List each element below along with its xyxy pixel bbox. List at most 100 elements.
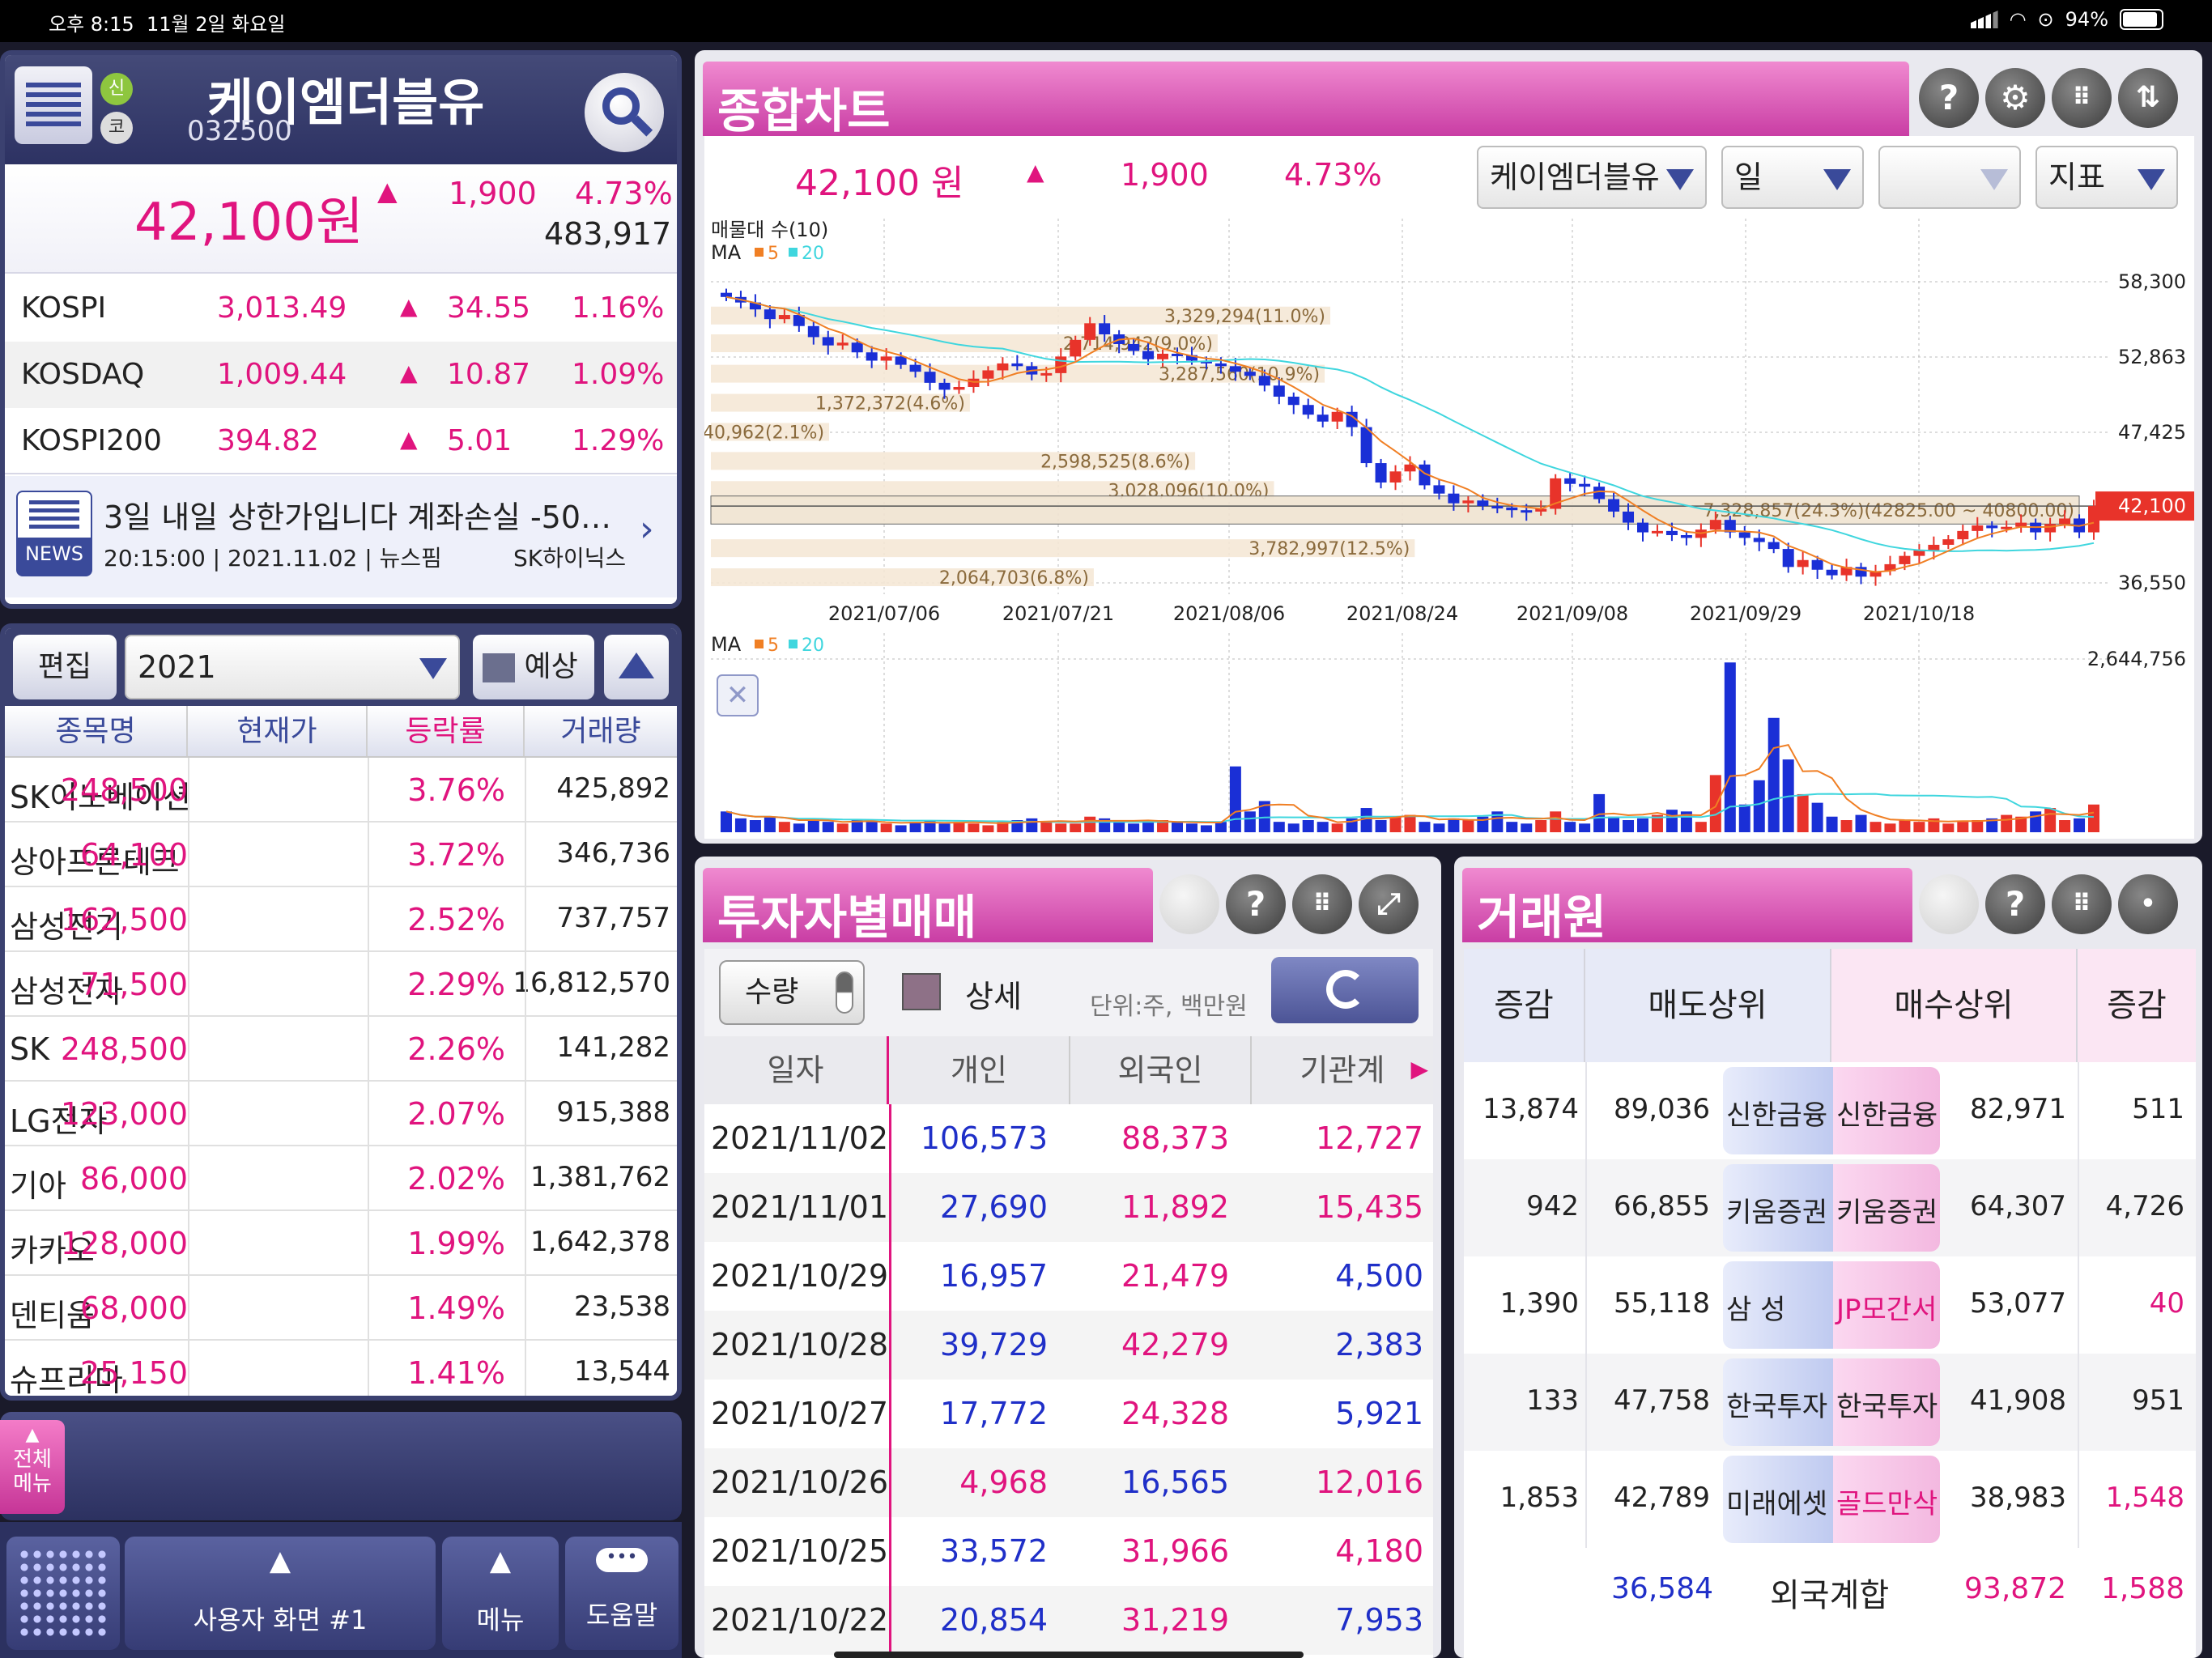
edit-button[interactable]: 편집	[13, 635, 117, 699]
table-row[interactable]: 2021/10/29 16,957 21,479 4,500	[704, 1242, 1433, 1311]
scroll-right-icon[interactable]: ▶	[1410, 1056, 1428, 1082]
empty-select[interactable]	[1878, 146, 2021, 209]
col-sell-change[interactable]: 증감	[1464, 949, 1585, 1062]
grid-menu-icon[interactable]: ⠿	[2052, 874, 2112, 934]
index-row[interactable]: KOSDAQ 1,009.44 ▲ 10.87 1.09%	[5, 342, 677, 408]
scroll-up-button[interactable]	[604, 635, 669, 699]
indicator-select[interactable]: 지표	[2035, 146, 2178, 209]
col-volume[interactable]: 거래량	[525, 706, 677, 756]
sell-broker-button[interactable]: 한국투자	[1723, 1358, 1833, 1446]
volume-bar	[1767, 717, 1780, 832]
expand-icon[interactable]: ⤢	[1359, 874, 1419, 934]
up-arrow-icon: ▲	[25, 1425, 40, 1445]
detail-checkbox[interactable]	[902, 973, 941, 1010]
col-buy-change[interactable]: 증감	[2078, 949, 2196, 1062]
buy-broker-button[interactable]: 한국투자	[1833, 1358, 1940, 1446]
table-row[interactable]: 1,390 55,118 삼 성 JP모간서 53,077 40	[1464, 1256, 2196, 1354]
all-menu-button[interactable]: ▲ 전체 메뉴	[0, 1420, 65, 1514]
battery-percent: 94%	[2065, 8, 2108, 31]
volume-chart[interactable]: MA 5 20 2,644,756 ✕	[704, 633, 2194, 839]
table-row[interactable]: 2021/11/02 106,573 88,373 12,727	[704, 1104, 1433, 1173]
list-item[interactable]: 삼성전기 162,500 2.52% 737,757	[5, 887, 677, 952]
table-row[interactable]: 2021/10/25 33,572 31,966 4,180	[704, 1517, 1433, 1586]
table-row[interactable]: 2021/10/26 4,968 16,565 12,016	[704, 1448, 1433, 1517]
refresh-button[interactable]	[1271, 957, 1419, 1023]
swap-icon[interactable]: ⇅	[2118, 68, 2178, 128]
list-item[interactable]: 덴티움 68,000 1.49% 23,538	[5, 1276, 677, 1341]
col-institution[interactable]: 기관계	[1252, 1036, 1433, 1104]
buy-broker-button[interactable]: 키움증권	[1833, 1164, 1940, 1252]
help-icon[interactable]: ?	[1919, 68, 1979, 128]
col-price[interactable]: 현재가	[188, 706, 368, 756]
col-foreign[interactable]: 외국인	[1070, 1036, 1252, 1104]
search-button[interactable]	[585, 73, 664, 152]
list-item[interactable]: 슈프리마 25,150 1.41% 13,544	[5, 1341, 677, 1396]
grid-menu-icon[interactable]: ⠿	[2052, 68, 2112, 128]
buy-change-cell: 4,726	[2105, 1190, 2184, 1222]
qty-toggle[interactable]: 수량	[719, 960, 865, 1025]
volume-bar	[1273, 822, 1285, 832]
table-row[interactable]: 1,853 42,789 미래에셋 골드만삭 38,983 1,548	[1464, 1451, 2196, 1548]
col-individual[interactable]: 개인	[889, 1036, 1070, 1104]
menu-list-button[interactable]	[15, 66, 92, 144]
col-buy-top[interactable]: 매수상위	[1831, 949, 2078, 1062]
help-icon[interactable]: ?	[1985, 874, 2045, 934]
help-button[interactable]: ••• 도움말	[565, 1537, 678, 1650]
buy-broker-button[interactable]: JP모간서	[1833, 1261, 1940, 1349]
y-tick-label: 36,550	[2118, 572, 2186, 594]
sell-broker-button[interactable]: 키움증권	[1723, 1164, 1833, 1252]
group-select[interactable]: 2021	[125, 635, 460, 699]
close-icon[interactable]: ✕	[726, 679, 750, 712]
gear-icon[interactable]: ⚙	[1985, 68, 2045, 128]
help-icon[interactable]: ?	[1226, 874, 1286, 934]
table-row[interactable]: 2021/10/27 17,772 24,328 5,921	[704, 1380, 1433, 1448]
index-rate: 1.09%	[572, 358, 665, 391]
table-row[interactable]: 2021/11/01 27,690 11,892 15,435	[704, 1173, 1433, 1242]
col-rate[interactable]: 등락률	[368, 706, 525, 756]
blank-circle-button[interactable]	[1919, 874, 1979, 934]
candle-body	[1011, 363, 1023, 367]
stock-price: 68,000	[80, 1290, 188, 1326]
col-sell-top[interactable]: 매도상위	[1585, 949, 1831, 1062]
sell-broker-button[interactable]: 미래에셋	[1723, 1456, 1833, 1543]
sell-change-cell: 942	[1526, 1190, 1579, 1222]
list-item[interactable]: 삼성전자 71,500 2.29% 16,812,570	[5, 952, 677, 1017]
blank-circle-button[interactable]	[1159, 874, 1219, 934]
volume-bar	[866, 822, 878, 832]
table-row[interactable]: 2021/10/28 39,729 42,279 2,383	[704, 1311, 1433, 1380]
index-row[interactable]: KOSPI200 394.82 ▲ 5.01 1.29%	[5, 408, 677, 474]
table-row[interactable]: 133 47,758 한국투자 한국투자 41,908 951	[1464, 1354, 2196, 1451]
stock-select[interactable]: 케이엠더블유	[1477, 146, 1707, 209]
table-row[interactable]: 13,874 89,036 신한금융 신한금융 82,971 511	[1464, 1062, 2196, 1159]
list-item[interactable]: 카카오 128,000 1.99% 1,642,378	[5, 1211, 677, 1276]
list-item[interactable]: LG전자 123,000 2.07% 915,388	[5, 1082, 677, 1146]
sell-broker-button[interactable]: 삼 성	[1723, 1261, 1833, 1349]
buy-broker-button[interactable]: 골드만삭	[1833, 1456, 1940, 1543]
period-select[interactable]: 일	[1721, 146, 1864, 209]
table-row[interactable]: 2021/10/22 20,854 31,219 7,953	[704, 1586, 1433, 1655]
user-screen-button[interactable]: ▲ 사용자 화면 #1	[125, 1537, 436, 1650]
grid-menu-icon[interactable]: ⠿	[1292, 874, 1352, 934]
news-item[interactable]: NEWS 3일 내일 상한가입니다 계좌손실 -50… 20:15:00 | 2…	[5, 476, 677, 597]
dot-icon[interactable]: •	[2118, 874, 2178, 934]
table-row[interactable]: 942 66,855 키움증권 키움증권 64,307 4,726	[1464, 1159, 2196, 1256]
index-row[interactable]: KOSPI 3,013.49 ▲ 34.55 1.16%	[5, 275, 677, 342]
apps-grid-button[interactable]	[6, 1537, 120, 1650]
volume-bar	[2074, 818, 2086, 832]
list-item[interactable]: 상아프론테크 64,100 3.72% 346,736	[5, 823, 677, 887]
list-item[interactable]: SK이노베이션 248,500 3.76% 425,892	[5, 758, 677, 823]
forecast-toggle[interactable]: 예상	[473, 635, 594, 699]
col-date[interactable]: 일자	[704, 1036, 889, 1104]
sell-broker-button[interactable]: 신한금융	[1723, 1067, 1833, 1154]
wifi-icon: ◠	[2009, 8, 2027, 31]
chevron-right-icon[interactable]: ›	[640, 508, 654, 550]
list-item[interactable]: 기아 86,000 2.02% 1,381,762	[5, 1146, 677, 1211]
list-item[interactable]: SK 248,500 2.26% 141,282	[5, 1017, 677, 1082]
menu-button[interactable]: ▲ 메뉴	[442, 1537, 559, 1650]
volume-bar	[1128, 823, 1140, 832]
price-chart[interactable]: 3,329,294(11.0%)2,714,942(9.0%)3,287,560…	[704, 219, 2194, 628]
candle-body	[1317, 414, 1329, 422]
stock-price: 123,000	[60, 1096, 188, 1132]
col-name[interactable]: 종목명	[5, 706, 188, 756]
buy-broker-button[interactable]: 신한금융	[1833, 1067, 1940, 1154]
